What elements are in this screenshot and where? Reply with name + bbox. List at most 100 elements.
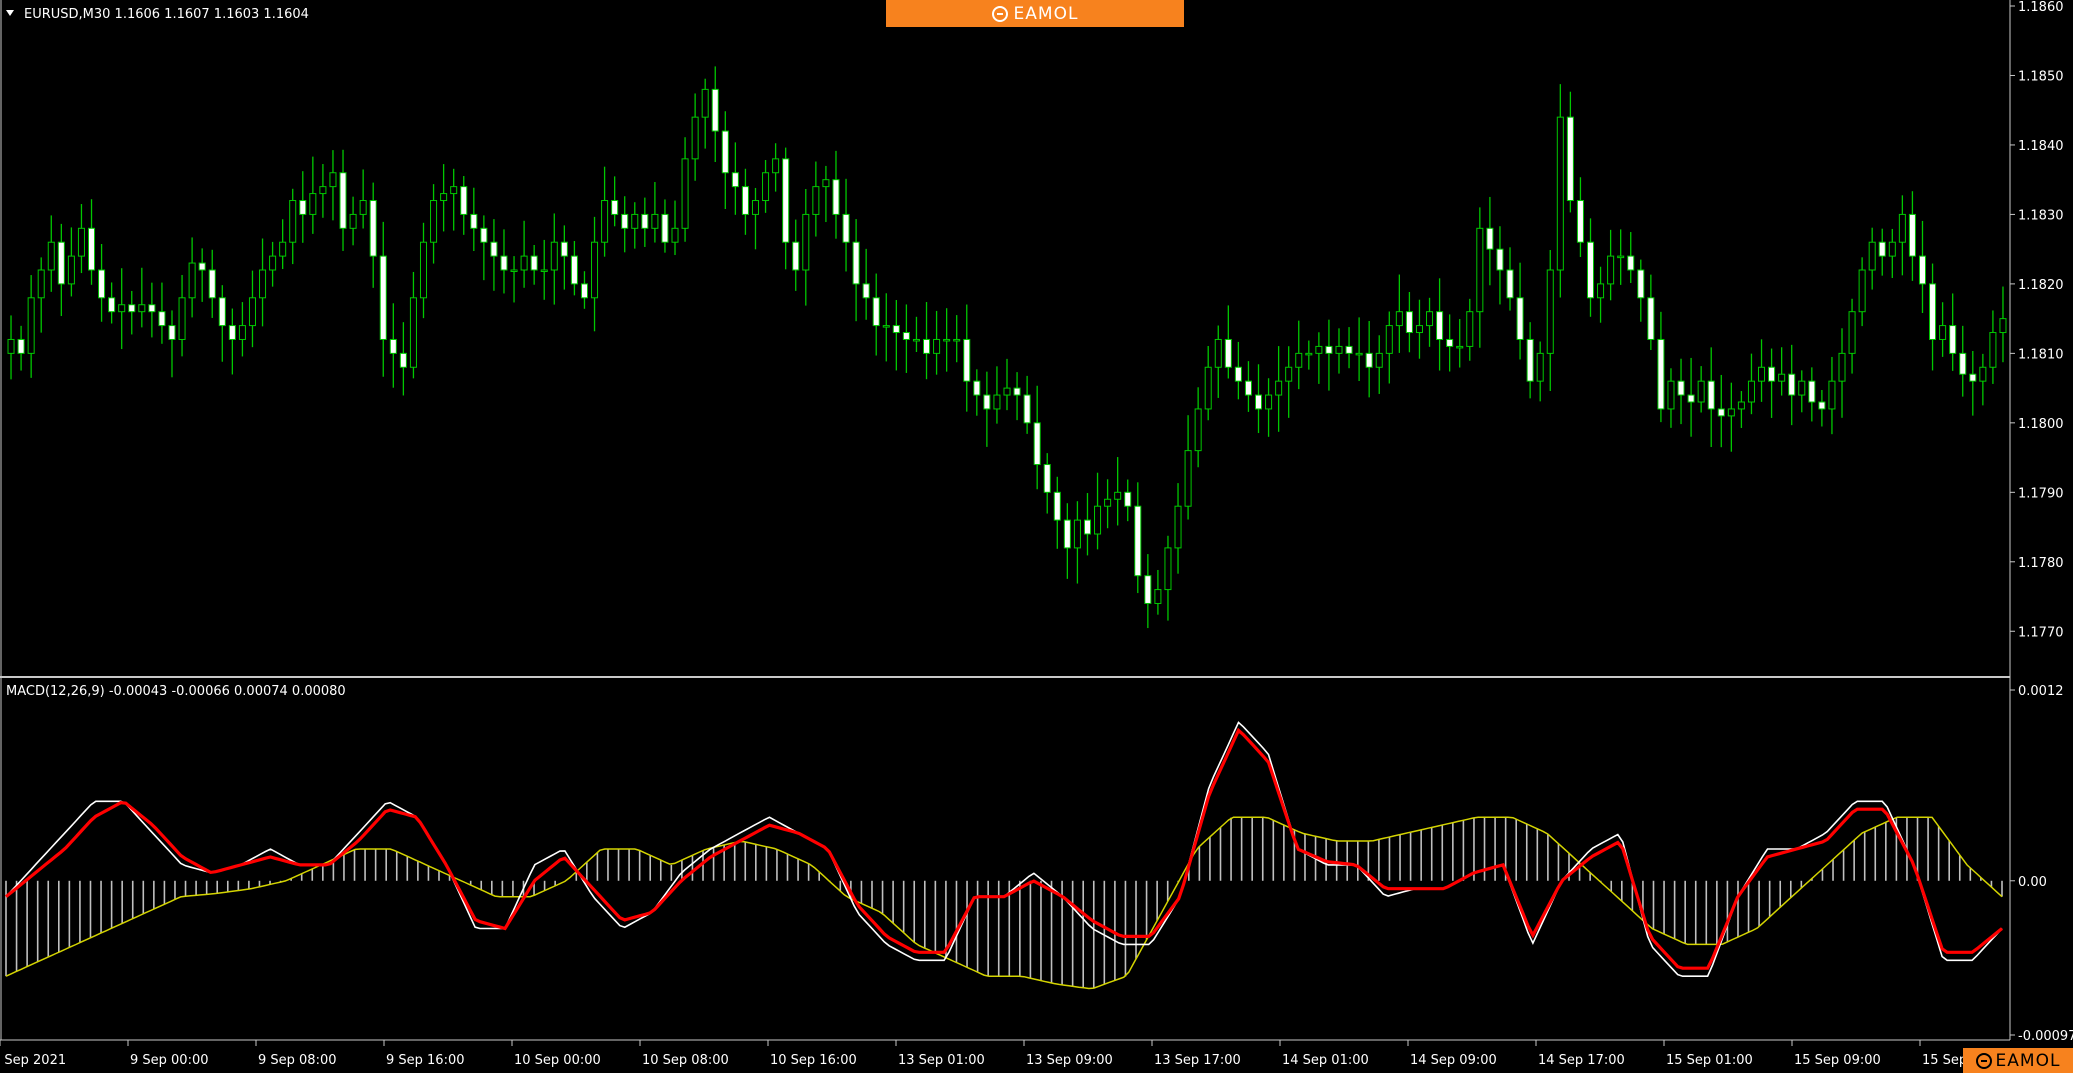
candle-body[interactable] <box>67 255 75 285</box>
candle-body[interactable] <box>1687 394 1695 403</box>
candle-body[interactable] <box>1627 255 1635 271</box>
candle-body[interactable] <box>480 227 488 243</box>
candle-body[interactable] <box>1657 338 1665 410</box>
candle-body[interactable] <box>1234 366 1242 382</box>
candle-body[interactable] <box>792 241 800 271</box>
candle-body[interactable] <box>1949 325 1957 354</box>
candle-body[interactable] <box>1476 227 1484 313</box>
candle-body[interactable] <box>842 213 850 243</box>
candle-body[interactable] <box>339 172 347 229</box>
candle-body[interactable] <box>1727 408 1735 417</box>
candle-body[interactable] <box>1607 255 1615 285</box>
candle-body[interactable] <box>1063 519 1071 549</box>
candle-body[interactable] <box>299 200 307 215</box>
candle-body[interactable] <box>218 297 226 327</box>
candle-body[interactable] <box>1808 380 1816 403</box>
candle-body[interactable] <box>621 213 629 229</box>
candle-body[interactable] <box>822 179 830 188</box>
candle-body[interactable] <box>550 241 558 271</box>
candle-body[interactable] <box>1315 345 1323 354</box>
candle-body[interactable] <box>1345 345 1353 354</box>
candle-body[interactable] <box>882 325 890 328</box>
candle-body[interactable] <box>1868 241 1876 271</box>
candle-body[interactable] <box>1405 311 1413 334</box>
candle-body[interactable] <box>27 297 35 354</box>
candle-body[interactable] <box>1144 575 1152 604</box>
candle-body[interactable] <box>1979 366 1987 382</box>
candle-body[interactable] <box>389 338 397 354</box>
candle-body[interactable] <box>1023 394 1031 424</box>
candle-body[interactable] <box>1908 213 1916 257</box>
candle-body[interactable] <box>1929 283 1937 340</box>
candle-body[interactable] <box>872 297 880 327</box>
trading-chart[interactable]: 1.1860 1.1850 1.1840 1.1830 1.1820 1.1810 1.18… <box>0 0 2073 1073</box>
candle-body[interactable] <box>269 255 277 271</box>
candle-body[interactable] <box>802 213 810 271</box>
candle-body[interactable] <box>419 241 428 299</box>
candle-body[interactable] <box>1043 464 1051 493</box>
candle-body[interactable] <box>1566 116 1574 202</box>
candle-body[interactable] <box>148 304 156 313</box>
candle-body[interactable] <box>772 158 780 174</box>
candle-body[interactable] <box>1254 394 1263 410</box>
candle-body[interactable] <box>862 283 870 299</box>
candle-body[interactable] <box>158 311 166 327</box>
candle-body[interactable] <box>1204 366 1212 410</box>
candle-body[interactable] <box>1325 345 1333 354</box>
candle-body[interactable] <box>399 352 407 368</box>
candle-body[interactable] <box>1788 373 1796 396</box>
candle-body[interactable] <box>751 200 760 215</box>
candle-body[interactable] <box>1446 338 1454 347</box>
candle-body[interactable] <box>1436 311 1444 340</box>
candle-body[interactable] <box>631 213 639 229</box>
candle-body[interactable] <box>661 213 669 243</box>
candle-body[interactable] <box>651 213 659 229</box>
candle-body[interactable] <box>1667 380 1675 410</box>
candle-body[interactable] <box>1134 505 1142 577</box>
candle-body[interactable] <box>178 297 186 340</box>
candle-body[interactable] <box>1858 269 1866 313</box>
candle-body[interactable] <box>1969 373 1977 382</box>
candle-body[interactable] <box>611 200 619 215</box>
candle-body[interactable] <box>1053 491 1061 521</box>
candle-body[interactable] <box>1989 332 1997 368</box>
candle-body[interactable] <box>570 255 578 285</box>
candle-body[interactable] <box>1747 380 1755 403</box>
candle-body[interactable] <box>500 255 508 271</box>
candle-body[interactable] <box>520 255 528 271</box>
candle-body[interactable] <box>812 186 820 215</box>
candle-body[interactable] <box>1114 491 1122 500</box>
candle-body[interactable] <box>902 332 910 340</box>
candle-body[interactable] <box>1305 352 1313 356</box>
candle-body[interactable] <box>1556 116 1564 271</box>
candle-body[interactable] <box>1486 227 1494 250</box>
candle-body[interactable] <box>560 241 568 257</box>
candle-body[interactable] <box>1677 380 1685 396</box>
candle-body[interactable] <box>1466 311 1474 347</box>
candle-body[interactable] <box>1546 269 1554 354</box>
candle-body[interactable] <box>198 262 206 271</box>
candle-body[interactable] <box>379 255 387 340</box>
candle-body[interactable] <box>430 200 438 243</box>
candle-body[interactable] <box>852 241 860 285</box>
candle-body[interactable] <box>711 88 719 132</box>
candle-body[interactable] <box>1878 241 1886 257</box>
candle-body[interactable] <box>1426 311 1434 327</box>
candle-body[interactable] <box>1073 519 1081 549</box>
candle-body[interactable] <box>460 186 468 215</box>
candle-body[interactable] <box>933 338 941 354</box>
candle-body[interactable] <box>440 193 448 202</box>
candle-body[interactable] <box>1265 394 1273 410</box>
candle-body[interactable] <box>279 241 287 257</box>
candle-body[interactable] <box>7 338 15 354</box>
candle-body[interactable] <box>1174 505 1182 549</box>
candle-body[interactable] <box>349 213 357 229</box>
candle-body[interactable] <box>1707 380 1715 410</box>
candle-body[interactable] <box>1104 498 1112 507</box>
candle-body[interactable] <box>238 325 246 340</box>
candle-body[interactable] <box>470 213 478 229</box>
candle-body[interactable] <box>329 172 337 188</box>
candle-body[interactable] <box>1898 213 1906 243</box>
candle-body[interactable] <box>1798 380 1806 396</box>
candle-body[interactable] <box>1275 380 1283 396</box>
